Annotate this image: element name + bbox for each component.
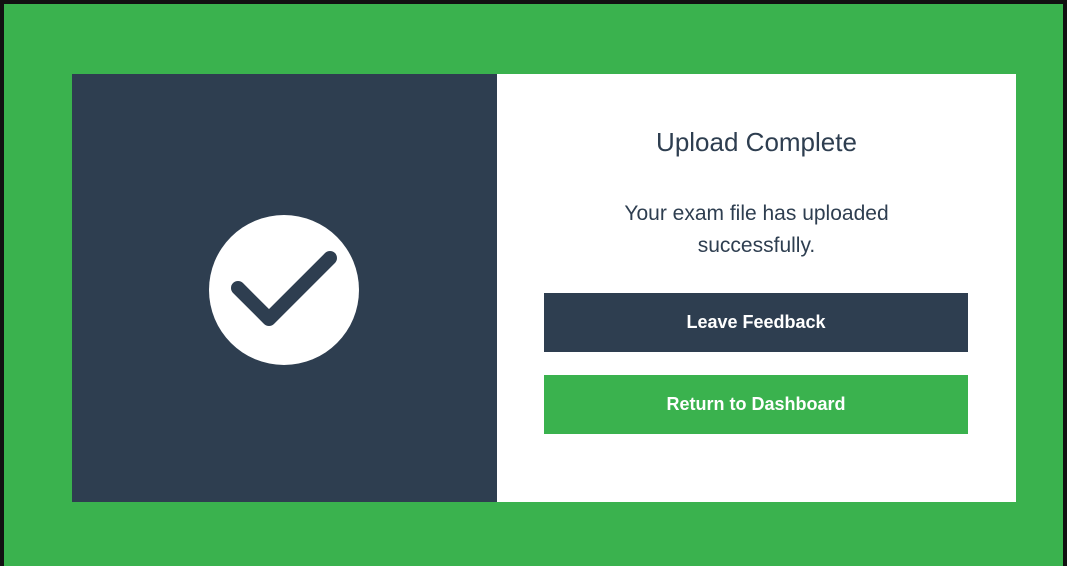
- status-panel: [72, 74, 497, 502]
- checkmark-icon: [231, 251, 337, 326]
- content-panel: Upload Complete Your exam file has uploa…: [497, 74, 1016, 502]
- upload-complete-dialog: Upload Complete Your exam file has uploa…: [72, 74, 1016, 502]
- dialog-message: Your exam file has uploaded successfully…: [624, 202, 889, 257]
- dialog-title: Upload Complete: [656, 127, 857, 157]
- leave-feedback-button[interactable]: Leave Feedback: [544, 293, 968, 352]
- return-to-dashboard-button[interactable]: Return to Dashboard: [544, 375, 968, 434]
- checkmark-circle-icon: [209, 215, 359, 365]
- page-background: Upload Complete Your exam file has uploa…: [0, 0, 1067, 566]
